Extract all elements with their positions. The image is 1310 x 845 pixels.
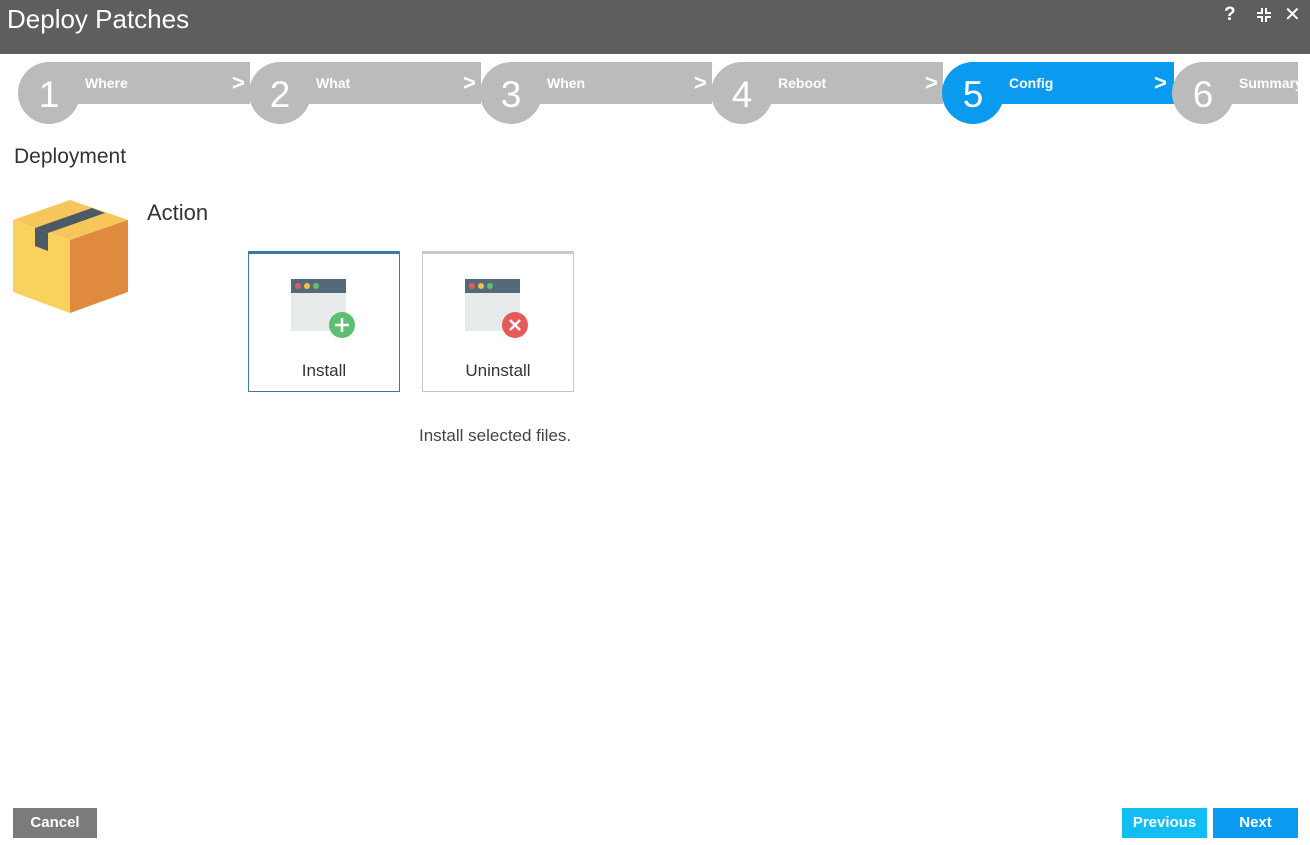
wizard-step-reboot[interactable]: 4 Reboot > <box>711 62 943 126</box>
step-label: Reboot <box>778 75 827 91</box>
wizard-step-summary[interactable]: 6 Summary <box>1172 62 1310 126</box>
step-label: What <box>316 75 351 91</box>
uninstall-option[interactable]: Uninstall <box>422 251 574 392</box>
section-title: Deployment <box>14 145 127 168</box>
title-bar: Deploy Patches ? ✕ <box>0 0 1310 54</box>
step-number: 4 <box>711 62 773 124</box>
install-label: Install <box>301 361 347 380</box>
wizard-steps: 1 Where > 2 What > 3 When > 4 Reboot > 5… <box>0 62 1310 126</box>
step-label: Summary <box>1239 75 1303 91</box>
step-number: 6 <box>1172 62 1234 124</box>
step-number: 2 <box>249 62 311 124</box>
chevron-right-icon: > <box>463 70 476 95</box>
action-label: Action <box>147 200 209 225</box>
chevron-right-icon: > <box>694 70 707 95</box>
step-number: 3 <box>480 62 542 124</box>
wizard-step-what[interactable]: 2 What > <box>249 62 481 126</box>
window-title: Deploy Patches <box>7 4 190 34</box>
step-label: When <box>547 75 586 91</box>
package-box-icon <box>13 200 128 313</box>
window-remove-icon <box>464 277 530 339</box>
step-number: 5 <box>942 62 1004 124</box>
chevron-right-icon: > <box>925 70 938 95</box>
chevron-right-icon: > <box>232 70 245 95</box>
help-icon[interactable]: ? <box>1224 4 1236 26</box>
wizard-step-when[interactable]: 3 When > <box>480 62 712 126</box>
step-number: 1 <box>18 62 80 124</box>
uninstall-label: Uninstall <box>465 361 531 380</box>
collapse-icon[interactable] <box>1255 6 1273 24</box>
action-description: Install selected files. <box>419 426 572 445</box>
step-label: Where <box>85 75 128 91</box>
close-icon[interactable]: ✕ <box>1284 4 1301 26</box>
window-add-icon <box>290 277 356 339</box>
previous-button[interactable]: Previous <box>1122 808 1207 838</box>
cancel-button[interactable]: Cancel <box>13 808 97 838</box>
wizard-step-config[interactable]: 5 Config > <box>942 62 1174 126</box>
wizard-step-where[interactable]: 1 Where > <box>18 62 250 126</box>
step-label: Config <box>1009 75 1054 91</box>
chevron-right-icon: > <box>1154 70 1167 95</box>
next-button[interactable]: Next <box>1213 808 1298 838</box>
install-option[interactable]: Install <box>248 251 400 392</box>
